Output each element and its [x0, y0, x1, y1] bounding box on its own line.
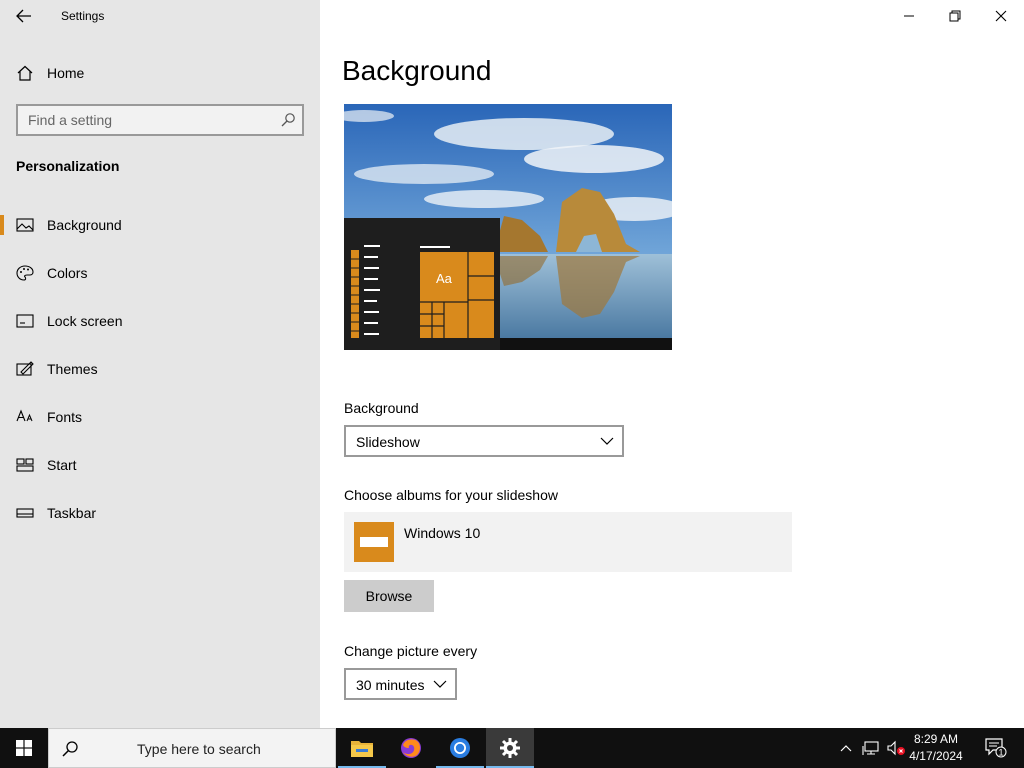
dropdown-value: 30 minutes [356, 677, 425, 693]
taskbar: Type here to search 8:29 AM 4/17/2024 1 [0, 728, 1024, 768]
close-button[interactable] [978, 0, 1024, 32]
window-controls [886, 0, 1024, 32]
sidebar-item-label: Start [47, 457, 77, 473]
taskbar-search-placeholder: Type here to search [137, 741, 261, 757]
albums-label: Choose albums for your slideshow [344, 487, 558, 503]
settings-icon [500, 738, 520, 758]
search-input[interactable] [18, 106, 274, 134]
sidebar-item-label: Taskbar [47, 505, 97, 521]
minimize-button[interactable] [886, 0, 932, 32]
file-explorer-icon [351, 741, 373, 757]
sidebar-item-lock-screen[interactable]: Lock screen [0, 301, 320, 341]
search-icon [281, 113, 295, 127]
taskbar-app-settings[interactable] [486, 728, 534, 768]
dropdown-value: Slideshow [356, 434, 420, 450]
themes-icon [16, 361, 34, 377]
sidebar: Settings Home Personalization Background… [0, 0, 320, 728]
sidebar-item-label: Background [47, 217, 122, 233]
chevron-down-icon [600, 437, 614, 445]
sidebar-item-home[interactable]: Home [0, 56, 320, 90]
firefox-icon [401, 738, 421, 758]
sidebar-item-colors[interactable]: Colors [0, 253, 320, 293]
fonts-icon [16, 409, 34, 425]
browse-button[interactable]: Browse [344, 580, 434, 612]
sidebar-item-start[interactable]: Start [0, 445, 320, 485]
desktop-preview-image: Aa [344, 104, 672, 350]
minimize-icon [904, 15, 914, 17]
show-hidden-icons-button[interactable] [836, 728, 856, 768]
find-setting-search[interactable] [16, 104, 304, 136]
preview-tile-text: Aa [436, 271, 453, 286]
album-item[interactable]: Windows 10 [344, 512, 792, 572]
taskbar-clock[interactable]: 8:29 AM 4/17/2024 [906, 731, 966, 765]
action-center-button[interactable]: 1 [976, 728, 1016, 768]
chevron-down-icon [433, 680, 447, 688]
back-arrow-icon [16, 9, 31, 23]
network-icon [862, 741, 879, 755]
close-icon [995, 10, 1007, 22]
picture-icon [16, 217, 34, 233]
chrome-icon [450, 738, 470, 758]
home-icon [17, 65, 33, 81]
background-type-dropdown[interactable]: Slideshow [344, 425, 624, 457]
sidebar-item-label: Fonts [47, 409, 83, 425]
palette-icon [16, 265, 34, 281]
restore-button[interactable] [932, 0, 978, 32]
restore-icon [949, 10, 961, 22]
notification-count: 1 [999, 748, 1004, 758]
folder-icon [354, 522, 394, 562]
notification-icon: 1 [985, 738, 1007, 758]
volume-muted-icon [887, 740, 905, 756]
back-button[interactable] [8, 0, 40, 32]
taskbar-app-chrome[interactable] [436, 728, 484, 768]
clock-time: 8:29 AM [913, 732, 959, 746]
sidebar-item-label: Lock screen [47, 313, 123, 329]
change-picture-label: Change picture every [344, 643, 478, 659]
taskbar-app-firefox[interactable] [387, 728, 435, 768]
background-preview: Aa [344, 104, 672, 350]
start-icon [16, 457, 34, 473]
search-icon [62, 741, 78, 757]
background-label: Background [344, 400, 419, 416]
album-name: Windows 10 [404, 525, 481, 541]
clock-date: 4/17/2024 [909, 749, 963, 763]
sidebar-item-label: Colors [47, 265, 88, 281]
network-tray-button[interactable] [860, 728, 882, 768]
sidebar-item-themes[interactable]: Themes [0, 349, 320, 389]
chevron-up-icon [840, 745, 852, 752]
sidebar-item-fonts[interactable]: Fonts [0, 397, 320, 437]
page-title: Background [342, 55, 492, 86]
windows-logo-icon [16, 740, 32, 756]
app-title: Settings [61, 9, 105, 23]
sidebar-item-background[interactable]: Background [0, 205, 320, 245]
sidebar-item-label: Home [47, 65, 85, 81]
taskbar-app-file-explorer[interactable] [338, 728, 386, 768]
taskbar-icon [16, 505, 34, 521]
lock-screen-icon [16, 313, 34, 329]
taskbar-search-box[interactable]: Type here to search [48, 728, 336, 768]
volume-tray-button[interactable] [884, 728, 908, 768]
section-title: Personalization [16, 158, 120, 174]
start-button[interactable] [0, 728, 48, 768]
title-bar: Settings [0, 0, 320, 32]
sidebar-item-taskbar[interactable]: Taskbar [0, 493, 320, 533]
sidebar-item-label: Themes [47, 361, 98, 377]
interval-dropdown[interactable]: 30 minutes [344, 668, 457, 700]
